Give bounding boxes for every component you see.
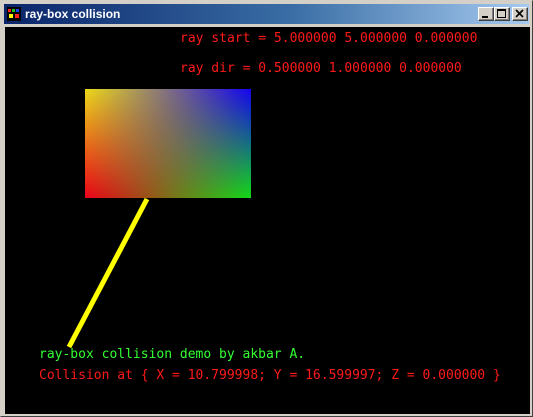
gl-viewport[interactable]: ray start = 5.000000 5.000000 0.000000 r… — [5, 27, 530, 414]
credit-text: ray-box collision demo by akbar A. — [39, 347, 306, 362]
maximize-button[interactable] — [494, 7, 510, 21]
close-button[interactable] — [512, 7, 528, 21]
collision-readout: Collision at { X = 10.799998; Y = 16.599… — [39, 368, 501, 383]
title-bar[interactable]: ray-box collision — [4, 4, 529, 24]
close-icon — [515, 9, 524, 18]
maximize-icon — [497, 9, 506, 18]
app-window: ray-box collision ray start = 5.000000 5… — [0, 0, 533, 417]
minimize-icon — [482, 16, 488, 18]
app-icon[interactable] — [7, 7, 21, 21]
minimize-button[interactable] — [478, 7, 494, 21]
window-title: ray-box collision — [25, 7, 121, 21]
